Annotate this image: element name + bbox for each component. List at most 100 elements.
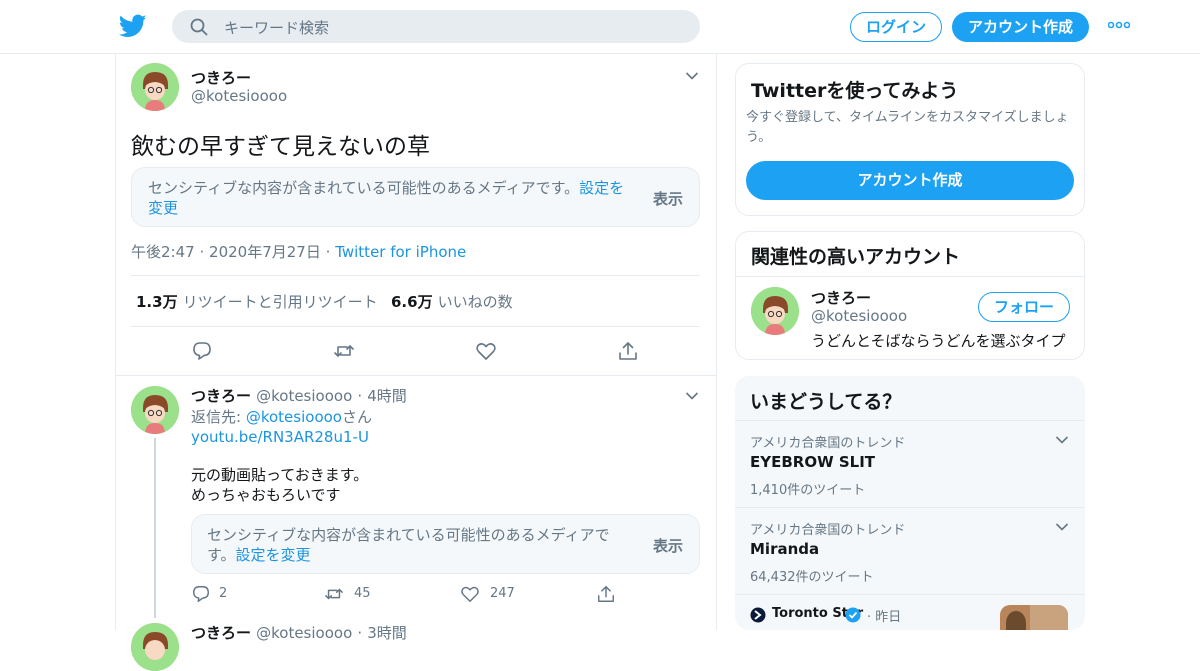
avatar[interactable]: [131, 386, 179, 434]
reply-time[interactable]: 3時間: [367, 624, 407, 642]
signup-card-title: Twitterを使ってみよう: [751, 80, 959, 102]
author-name[interactable]: つきろー: [191, 624, 251, 642]
reply-text-line-1: 元の動画貼っておきます。: [191, 466, 369, 484]
top-bar: ログイン アカウント作成: [0, 0, 1200, 54]
tweet-text: 飲むの早すぎて見えないの草: [131, 134, 430, 160]
replying-to: 返信先: @kotesiooooさん: [191, 406, 372, 427]
next-reply-header: つきろー @kotesioooo · 3時間: [191, 622, 407, 643]
retweet-stats[interactable]: 1.3万 リツイートと引用リツイート: [136, 291, 378, 312]
search-box[interactable]: [172, 10, 700, 43]
news-thumbnail[interactable]: [1000, 605, 1068, 630]
reply-icon[interactable]: [191, 340, 213, 362]
sensitive-media-notice: センシティブな内容が含まれている可能性のあるメディアです。設定を変更 表示: [131, 167, 700, 227]
author-handle[interactable]: @kotesioooo: [256, 387, 352, 405]
author-name[interactable]: つきろー: [191, 67, 251, 88]
author-handle[interactable]: @kotesioooo: [191, 87, 287, 105]
signup-card: Twitterを使ってみよう 今すぐ登録して、タイムラインをカスタマイズしましょ…: [735, 63, 1085, 216]
avatar[interactable]: [131, 63, 179, 111]
like-icon[interactable]: [475, 340, 497, 362]
avatar[interactable]: [751, 287, 799, 335]
like-stats[interactable]: 6.6万 いいねの数: [391, 291, 513, 312]
trend-context: アメリカ合衆国のトレンド: [750, 523, 906, 538]
reply-header: つきろー @kotesioooo · 4時間: [191, 385, 407, 406]
tweet-column: つきろー @kotesioooo 飲むの早すぎて見えないの草 センシティブな内容…: [115, 53, 717, 671]
news-item[interactable]: Toronto Star · 昨日: [735, 595, 1085, 630]
show-media-button[interactable]: 表示: [653, 188, 683, 209]
related-accounts-card: 関連性の高いアカウント つきろー @kotesioooo うどんとそばならうどん…: [735, 231, 1085, 360]
thumbnail-figure: [1006, 611, 1026, 630]
chevron-down-icon[interactable]: [685, 71, 699, 81]
tweet-date[interactable]: 2020年7月27日: [209, 243, 321, 261]
trend-name: EYEBROW SLIT: [750, 453, 876, 471]
sensitive-message: センシティブな内容が含まれている可能性のあるメディアです。設定を変更: [148, 178, 638, 218]
separator-dot: ·: [357, 387, 363, 405]
retweet-count: 45: [354, 586, 371, 601]
chevron-down-icon[interactable]: [685, 391, 699, 401]
trend-item[interactable]: アメリカ合衆国のトレンド EYEBROW SLIT 1,410件のツイート: [735, 421, 1085, 507]
youtube-link[interactable]: youtu.be/RN3AR28u1-U: [191, 428, 369, 446]
change-settings-link[interactable]: 設定を変更: [236, 546, 311, 564]
share-icon[interactable]: [617, 340, 639, 362]
chevron-down-icon[interactable]: [1055, 522, 1069, 532]
chevron-down-icon[interactable]: [1055, 435, 1069, 445]
account-handle[interactable]: @kotesioooo: [811, 307, 907, 325]
separator-dot: ·: [199, 243, 205, 261]
related-card-title: 関連性の高いアカウント: [751, 246, 961, 268]
account-bio: うどんとそばならうどんを選ぶタイプ: [811, 332, 1066, 350]
divider: [116, 375, 716, 376]
trends-title: いまどうしてる？: [750, 391, 902, 413]
like-count: 247: [490, 586, 515, 601]
author-name[interactable]: つきろー: [191, 387, 251, 405]
tweet-source-link[interactable]: Twitter for iPhone: [335, 243, 466, 261]
sensitive-message: センシティブな内容が含まれている可能性のあるメディアで す。設定を変更: [207, 525, 637, 565]
tweet-metadata: 午後2:47 · 2020年7月27日 · Twitter for iPhone: [131, 241, 466, 262]
author-handle[interactable]: @kotesioooo: [256, 624, 352, 642]
thread-line: [154, 438, 156, 618]
show-media-button[interactable]: 表示: [653, 535, 683, 556]
signup-card-subtitle: 今すぐ登録して、タイムラインをカスタマイズしましょう。: [746, 110, 1069, 145]
search-icon: [190, 18, 208, 36]
divider: [131, 326, 700, 327]
divider: [736, 276, 1084, 277]
sensitive-media-notice: センシティブな内容が含まれている可能性のあるメディアで す。設定を変更 表示: [191, 514, 700, 574]
reply-icon[interactable]: [191, 584, 211, 604]
trend-item[interactable]: アメリカ合衆国のトレンド Miranda 64,432件のツイート: [735, 508, 1085, 594]
avatar-illustration-icon: [751, 287, 799, 335]
tweet-time[interactable]: 午後2:47: [131, 243, 195, 261]
sensitive-message-text: す。: [207, 546, 236, 564]
signup-button[interactable]: アカウント作成: [952, 12, 1089, 42]
retweet-icon[interactable]: [333, 340, 355, 362]
divider: [131, 275, 700, 276]
reply-time[interactable]: 4時間: [367, 387, 407, 405]
like-count: 6.6万: [391, 293, 433, 311]
separator-dot: ·: [325, 243, 331, 261]
sensitive-message-text: センシティブな内容が含まれている可能性のあるメディアで: [207, 526, 610, 544]
account-name[interactable]: つきろー: [811, 287, 871, 308]
reply-count: 2: [219, 586, 228, 601]
like-icon[interactable]: [460, 584, 480, 604]
share-icon[interactable]: [596, 584, 616, 604]
replying-to-handle[interactable]: @kotesioooo: [246, 408, 342, 426]
reply-text-line-2: めっちゃおもろいです: [191, 486, 341, 504]
trend-count: 1,410件のツイート: [750, 483, 866, 498]
retweet-label: リツイートと引用リツイート: [182, 293, 378, 311]
retweet-icon[interactable]: [324, 584, 344, 604]
follow-button[interactable]: フォロー: [978, 292, 1070, 322]
news-source-logo-icon: [750, 607, 766, 623]
avatar[interactable]: [131, 623, 179, 671]
search-input[interactable]: [222, 16, 666, 40]
trend-context: アメリカ合衆国のトレンド: [750, 436, 906, 451]
login-button[interactable]: ログイン: [850, 12, 942, 42]
create-account-button[interactable]: アカウント作成: [746, 161, 1074, 200]
more-options-icon[interactable]: [1108, 20, 1130, 30]
thumbnail-bg: [1030, 605, 1068, 630]
like-label: いいねの数: [437, 293, 513, 311]
separator-dot: ·: [357, 624, 363, 642]
trend-count: 64,432件のツイート: [750, 570, 874, 585]
replying-to-suffix: さん: [341, 408, 372, 426]
replying-to-prefix: 返信先:: [191, 408, 242, 426]
twitter-logo-icon[interactable]: [119, 12, 147, 40]
retweet-count: 1.3万: [136, 293, 178, 311]
trend-name: Miranda: [750, 540, 820, 558]
avatar-illustration-icon: [131, 623, 179, 671]
